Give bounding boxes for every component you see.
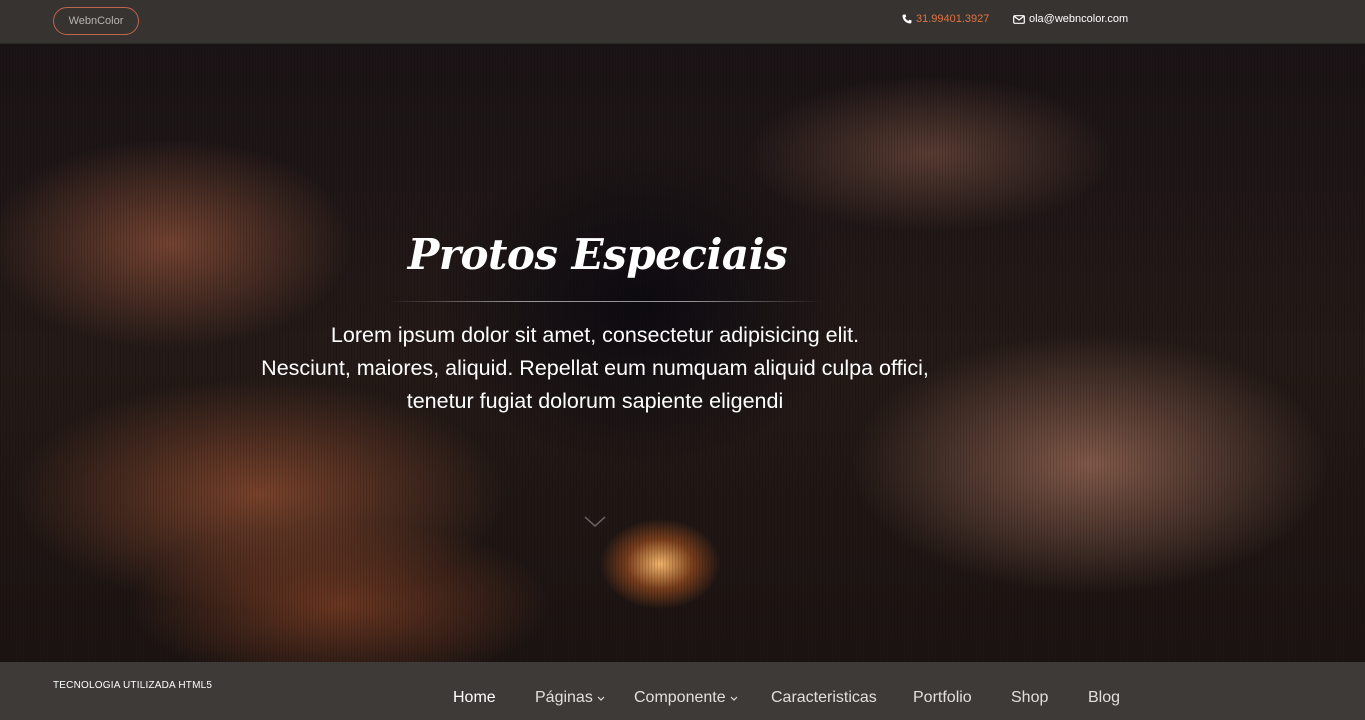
chevron-down-icon <box>730 696 738 701</box>
nav-item-componente[interactable]: Componente <box>634 689 738 707</box>
hero-banner: Protos Especiais Lorem ipsum dolor sit a… <box>0 44 1365 662</box>
hero-text-line: Nesciunt, maiores, aliquid. Repellat eum… <box>261 356 929 380</box>
nav-item-home[interactable]: Home <box>453 689 496 707</box>
chevron-down-icon <box>584 516 606 528</box>
nav-item-caracteristicas[interactable]: Caracteristicas <box>771 689 877 707</box>
nav-item-label: Shop <box>1011 689 1049 706</box>
nav-item-blog[interactable]: Blog <box>1088 689 1120 707</box>
email-contact[interactable]: ola@webncolor.com <box>1013 12 1128 26</box>
envelope-icon <box>1013 14 1025 24</box>
chevron-down-icon <box>597 696 605 701</box>
hero-title: Protos Especiais <box>407 230 788 279</box>
hero-divider <box>387 301 823 302</box>
phone-icon <box>902 14 912 24</box>
scroll-down-button[interactable] <box>583 514 607 530</box>
hero-text-line: Lorem ipsum dolor sit amet, consectetur … <box>330 323 860 347</box>
nav-item-label: Portfolio <box>913 689 972 706</box>
nav-item-shop[interactable]: Shop <box>1011 689 1048 707</box>
logo-button[interactable]: WebnColor <box>53 7 139 35</box>
hero-description: Lorem ipsum dolor sit amet, consectetur … <box>195 319 995 418</box>
hero-text-line: tenetur fugiat dolorum sapiente eligendi <box>406 389 784 413</box>
nav-item-label: Caracteristicas <box>771 689 877 706</box>
nav-item-label: Componente <box>634 689 726 706</box>
tech-label: TECNOLOGIA UTILIZADA HTML5 <box>53 680 213 691</box>
nav-item-paginas[interactable]: Páginas <box>535 689 605 707</box>
nav-item-portfolio[interactable]: Portfolio <box>913 689 972 707</box>
nav-item-label: Blog <box>1088 689 1121 706</box>
phone-contact[interactable]: 31.99401.3927 <box>902 12 989 26</box>
phone-number: 31.99401.3927 <box>916 13 990 25</box>
email-address: ola@webncolor.com <box>1029 13 1129 25</box>
main-nav: TECNOLOGIA UTILIZADA HTML5 Home Páginas … <box>0 662 1365 720</box>
nav-item-label: Páginas <box>535 689 593 706</box>
nav-item-label: Home <box>453 689 496 706</box>
top-bar: WebnColor 31.99401.3927 ola@webncolor.co… <box>0 0 1365 44</box>
